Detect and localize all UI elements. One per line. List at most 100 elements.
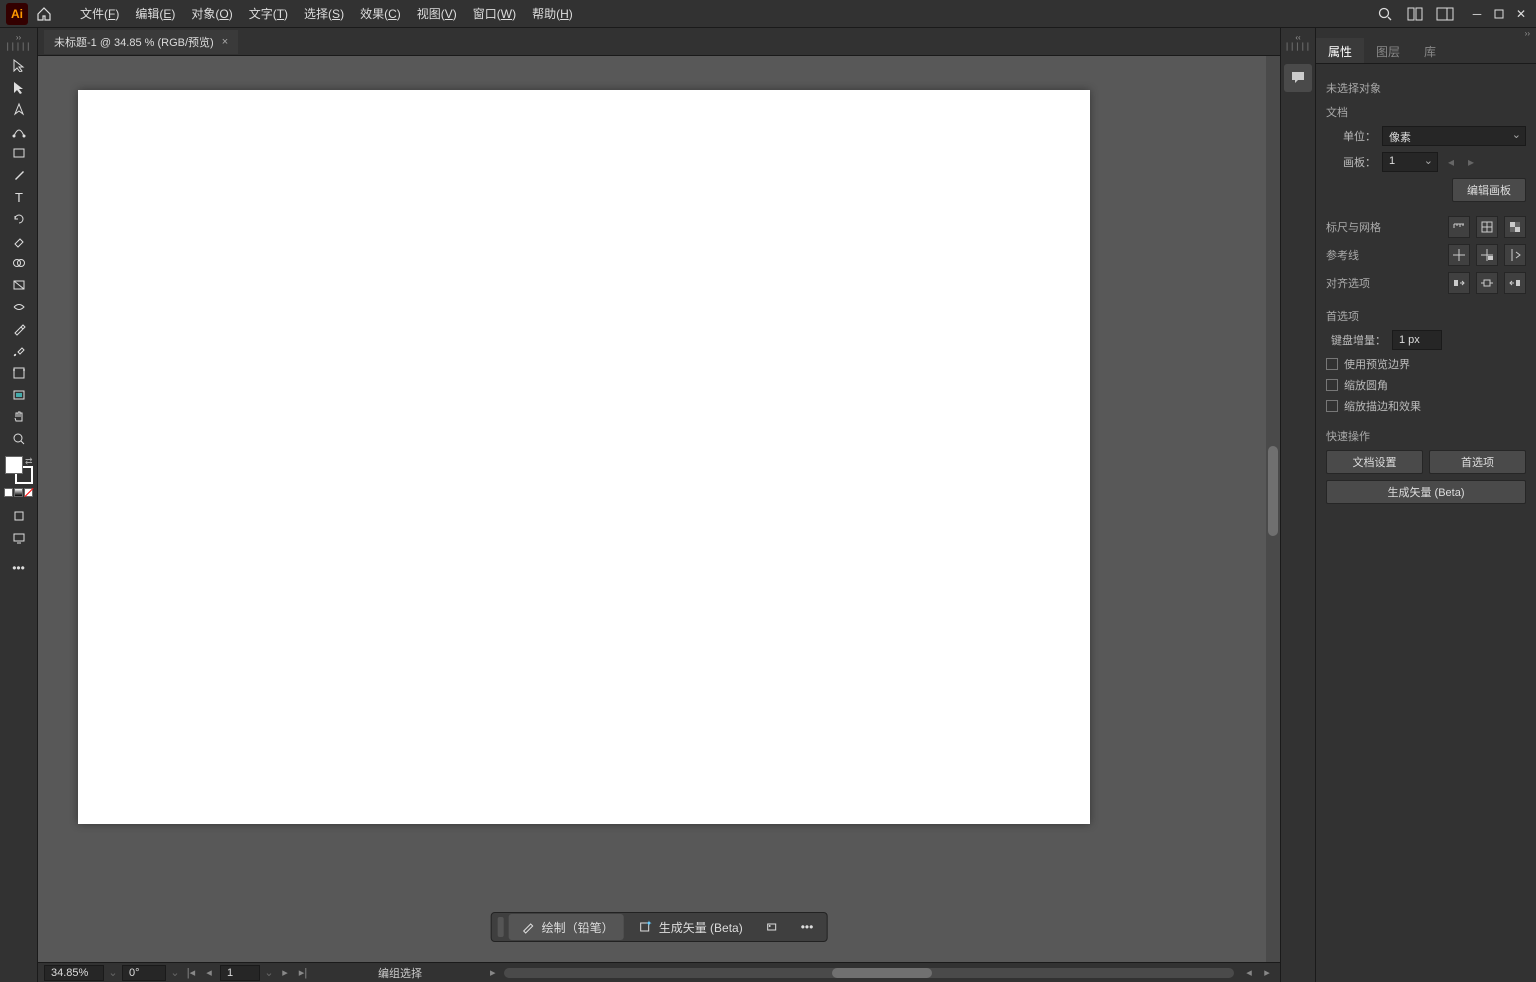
artboard[interactable] xyxy=(78,90,1090,824)
generate-vector-button[interactable]: ✦ 生成矢量 (Beta) xyxy=(626,914,753,940)
smart-guides-toggle[interactable] xyxy=(1504,244,1526,266)
document-tab[interactable]: 未标题-1 @ 34.85 % (RGB/预览) × xyxy=(44,30,238,54)
tab-properties[interactable]: 属性 xyxy=(1316,38,1364,63)
scroll-right-btn[interactable]: ▸ xyxy=(1260,966,1274,980)
rectangle-tool[interactable] xyxy=(5,142,33,164)
tab-close-icon[interactable]: × xyxy=(222,36,228,48)
artboard-prev[interactable]: ◂ xyxy=(202,966,216,980)
artboard-next[interactable]: ▸ xyxy=(278,966,292,980)
selection-tool[interactable] xyxy=(5,54,33,76)
zoom-field[interactable]: 34.85% xyxy=(44,965,104,981)
draw-pencil-button[interactable]: 绘制（铅笔） xyxy=(509,914,624,940)
taskbar-more-button[interactable]: ••• xyxy=(791,916,824,938)
artboard-next-btn[interactable]: ▸ xyxy=(1464,155,1478,169)
panel-collapse[interactable]: ›› xyxy=(1316,28,1536,38)
transparency-grid-toggle[interactable] xyxy=(1504,216,1526,238)
toolbar-expand[interactable]: ›› xyxy=(0,32,37,42)
maximize-button[interactable] xyxy=(1490,7,1508,21)
snap-point-toggle[interactable] xyxy=(1476,272,1498,294)
direct-selection-tool[interactable] xyxy=(5,76,33,98)
scale-strokes-checkbox[interactable]: 缩放描边和效果 xyxy=(1326,398,1526,414)
menu-h[interactable]: 帮助(H) xyxy=(524,1,581,26)
pencil-icon xyxy=(519,918,537,936)
draw-mode-tool[interactable] xyxy=(5,505,33,527)
keyboard-increment-input[interactable] xyxy=(1392,330,1442,350)
artboard-prev-btn[interactable]: ◂ xyxy=(1444,155,1458,169)
menu-v[interactable]: 视图(V) xyxy=(409,1,465,26)
use-preview-bounds-checkbox[interactable]: 使用预览边界 xyxy=(1326,356,1526,372)
toolbar: ›› ┃┃┃┃┃ T ⇄ ••• xyxy=(0,28,38,982)
symbol-sprayer-tool[interactable] xyxy=(5,340,33,362)
width-tool[interactable] xyxy=(5,296,33,318)
color-mode-row[interactable] xyxy=(4,488,33,497)
guides-lock-toggle[interactable] xyxy=(1476,244,1498,266)
generate-vector-panel-button[interactable]: 生成矢量 (Beta) xyxy=(1326,480,1526,504)
no-selection-label: 未选择对象 xyxy=(1326,80,1526,96)
menu-s[interactable]: 选择(S) xyxy=(296,1,352,26)
taskbar-grip[interactable] xyxy=(498,917,504,937)
canvas[interactable]: 绘制（铅笔） ✦ 生成矢量 (Beta) ••• xyxy=(38,56,1280,962)
zoom-tool[interactable] xyxy=(5,428,33,450)
edit-artboards-button[interactable]: 编辑画板 xyxy=(1452,178,1526,202)
gradient-tool[interactable] xyxy=(5,274,33,296)
doc-section-label: 文档 xyxy=(1326,104,1526,120)
tab-libraries[interactable]: 库 xyxy=(1412,38,1448,63)
menu-t[interactable]: 文字(T) xyxy=(241,1,296,26)
scrollbar-vertical[interactable] xyxy=(1266,56,1280,962)
artboard-label: 画板： xyxy=(1326,154,1376,170)
artboard-select[interactable]: 1 xyxy=(1382,152,1438,172)
grid-toggle[interactable] xyxy=(1476,216,1498,238)
scroll-left-btn[interactable]: ◂ xyxy=(1242,966,1256,980)
status-more[interactable]: ▸ xyxy=(490,966,496,979)
snap-pixel-toggle[interactable] xyxy=(1448,272,1470,294)
type-tool[interactable]: T xyxy=(5,186,33,208)
paintbrush-tool[interactable] xyxy=(5,164,33,186)
edit-toolbar[interactable]: ••• xyxy=(5,557,33,579)
scrollbar-horizontal[interactable] xyxy=(504,968,1234,978)
artboard-last[interactable]: ▸| xyxy=(296,966,310,980)
minimize-button[interactable]: ─ xyxy=(1468,7,1486,21)
artboard-nav-field[interactable]: 1 xyxy=(220,965,260,981)
dock-grip[interactable]: ┃┃┃┃┃ xyxy=(1285,42,1311,52)
curvature-tool[interactable] xyxy=(5,120,33,142)
fill-stroke-control[interactable]: ⇄ xyxy=(5,456,33,484)
menubar: Ai 文件(F)编辑(E)对象(O)文字(T)选择(S)效果(C)视图(V)窗口… xyxy=(0,0,1536,28)
prefs-section-label: 首选项 xyxy=(1326,308,1526,324)
eyedropper-tool[interactable] xyxy=(5,318,33,340)
shape-builder-tool[interactable] xyxy=(5,252,33,274)
screen-mode-tool[interactable] xyxy=(5,527,33,549)
preferences-button[interactable]: 首选项 xyxy=(1429,450,1526,474)
menu-w[interactable]: 窗口(W) xyxy=(465,1,524,26)
tab-layers[interactable]: 图层 xyxy=(1364,38,1412,63)
artboard-tool[interactable] xyxy=(5,362,33,384)
pen-tool[interactable] xyxy=(5,98,33,120)
units-select[interactable]: 像素 xyxy=(1382,126,1526,146)
search-icon[interactable] xyxy=(1374,5,1396,23)
toolbar-grip[interactable]: ┃┃┃┃┃ xyxy=(5,42,31,52)
panel-dock: ‹‹ ┃┃┃┃┃ xyxy=(1280,28,1316,982)
workspace-icon[interactable] xyxy=(1434,5,1456,23)
panel-tabs: 属性 图层 库 xyxy=(1316,38,1536,64)
comments-panel-icon[interactable] xyxy=(1284,64,1312,92)
document-setup-button[interactable]: 文档设置 xyxy=(1326,450,1423,474)
menu-e[interactable]: 编辑(E) xyxy=(127,1,183,26)
eraser-tool[interactable] xyxy=(5,230,33,252)
snap-grid-toggle[interactable] xyxy=(1504,272,1526,294)
arrange-icon[interactable] xyxy=(1404,5,1426,23)
dock-expand[interactable]: ‹‹ xyxy=(1281,32,1315,42)
hand-tool[interactable] xyxy=(5,406,33,428)
place-tool[interactable] xyxy=(5,384,33,406)
menu-c[interactable]: 效果(C) xyxy=(352,1,409,26)
scale-corners-checkbox[interactable]: 缩放圆角 xyxy=(1326,377,1526,393)
guides-toggle[interactable] xyxy=(1448,244,1470,266)
home-icon[interactable] xyxy=(36,6,52,22)
close-button[interactable]: ✕ xyxy=(1512,7,1530,21)
rotate-tool[interactable] xyxy=(5,208,33,230)
artboard-first[interactable]: |◂ xyxy=(184,966,198,980)
rotation-field[interactable]: 0° xyxy=(122,965,166,981)
menu-o[interactable]: 对象(O) xyxy=(183,1,240,26)
menu-f[interactable]: 文件(F) xyxy=(72,1,127,26)
taskbar-pin-button[interactable] xyxy=(755,916,789,938)
ruler-toggle[interactable] xyxy=(1448,216,1470,238)
contextual-taskbar: 绘制（铅笔） ✦ 生成矢量 (Beta) ••• xyxy=(491,912,828,942)
